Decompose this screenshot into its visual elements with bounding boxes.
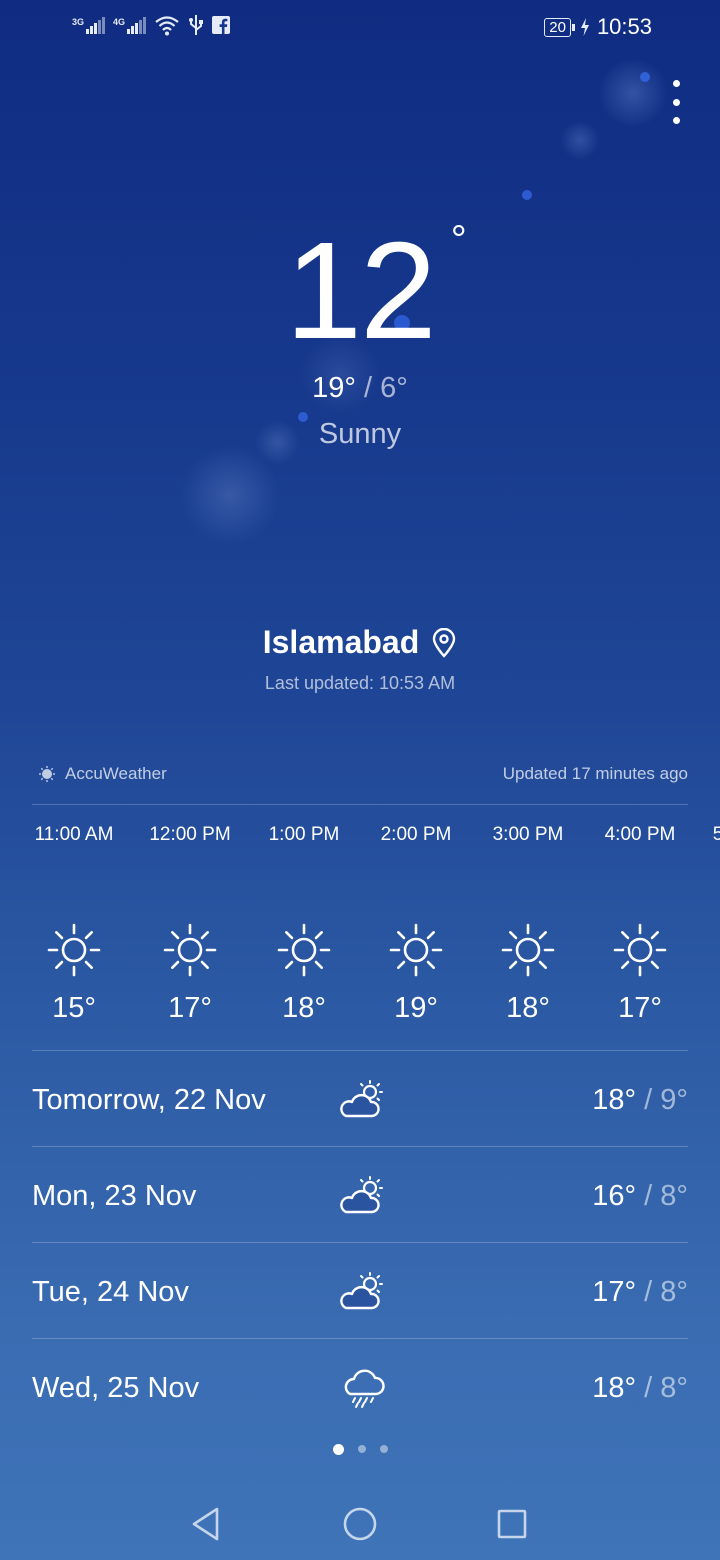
day-temperatures: 17° / 8° <box>592 1275 688 1308</box>
daily-forecast-row[interactable]: Tue, 24 Nov 17° / 8° <box>32 1244 688 1340</box>
provider-name: AccuWeather <box>65 764 167 783</box>
facebook-icon <box>212 16 231 34</box>
partly-cloudy-icon <box>332 1080 392 1120</box>
daily-forecast-row[interactable]: Wed, 25 Nov 18° / 8° <box>32 1340 688 1436</box>
sun-icon <box>358 920 474 980</box>
page-dot-active <box>332 1443 344 1455</box>
current-temperature: 12 ° <box>285 214 467 368</box>
hourly-item: 2:00 PM 19° <box>358 820 474 1025</box>
partly-cloudy-icon <box>332 1176 392 1216</box>
sun-icon <box>470 920 586 980</box>
daily-forecast-row[interactable]: Tomorrow, 22 Nov 18° / 9° <box>32 1052 688 1148</box>
battery-level: 20 <box>544 17 575 37</box>
wifi-icon <box>155 16 179 36</box>
hourly-item: 3:00 PM 18° <box>470 820 586 1025</box>
clock: 10:53 <box>596 14 652 39</box>
temp-separator: / <box>355 372 381 404</box>
provider-link[interactable]: AccuWeather <box>38 764 167 784</box>
high-low-temperature: 19° / 6° <box>0 372 720 405</box>
page-indicator <box>0 1443 720 1455</box>
sun-icon <box>16 920 132 980</box>
location-pin-icon <box>433 627 456 658</box>
divider <box>32 1338 688 1339</box>
sun-icon <box>582 920 698 980</box>
divider <box>32 1146 688 1147</box>
day-temperatures: 16° / 8° <box>592 1179 688 1212</box>
day-temperatures: 18° / 9° <box>592 1083 688 1116</box>
city-selector[interactable]: Islamabad <box>0 624 720 661</box>
hourly-forecast[interactable]: 11:00 AM 15° 12:00 PM 17° 1:00 PM 18° 2:… <box>16 820 720 1040</box>
signal-icon: 3G <box>72 16 106 34</box>
hourly-item: 4:00 PM 17° <box>582 820 698 1025</box>
back-triangle-icon <box>192 1507 219 1541</box>
day-temperatures: 18° / 8° <box>592 1371 688 1404</box>
navigation-bar <box>0 1490 720 1560</box>
weather-condition: Sunny <box>318 418 402 450</box>
back-button[interactable] <box>182 1500 230 1548</box>
status-bar: 3G 4G 20 10:53 <box>0 0 720 56</box>
city-name: Islamabad <box>262 624 420 660</box>
usb-icon <box>189 15 204 35</box>
provider-updated: Updated 17 minutes ago <box>502 764 688 783</box>
high-temp: 19° <box>312 372 356 404</box>
sun-icon <box>132 920 248 980</box>
accuweather-logo-icon <box>39 766 55 782</box>
divider <box>32 1050 688 1051</box>
home-button[interactable] <box>336 1500 384 1548</box>
page-dot <box>357 1445 366 1453</box>
recents-button[interactable] <box>488 1500 536 1548</box>
home-circle-icon <box>343 1507 377 1541</box>
hourly-item: 12:00 PM 17° <box>132 820 248 1025</box>
hourly-item: 11:00 AM 15° <box>16 820 132 1025</box>
low-temp: 6° <box>380 372 408 404</box>
day-label: Tue, 24 Nov <box>32 1275 189 1308</box>
hourly-item: 1:00 PM 18° <box>246 820 362 1025</box>
last-updated: Last updated: 10:53 AM <box>264 673 456 693</box>
more-dots-icon <box>672 80 680 87</box>
page-dot <box>379 1445 388 1453</box>
divider <box>32 804 688 805</box>
charging-icon <box>580 18 589 36</box>
signal-icon: 4G <box>113 16 147 34</box>
partly-cloudy-icon <box>332 1272 392 1312</box>
day-label: Mon, 23 Nov <box>32 1179 197 1212</box>
rain-icon <box>332 1367 392 1409</box>
more-options-button[interactable] <box>664 80 688 124</box>
divider <box>32 1242 688 1243</box>
recents-square-icon <box>497 1509 527 1539</box>
day-label: Wed, 25 Nov <box>32 1371 200 1404</box>
degree-symbol: ° <box>450 218 467 262</box>
daily-forecast-row[interactable]: Mon, 23 Nov 16° / 8° <box>32 1148 688 1244</box>
hourly-item: 5 <box>712 824 720 845</box>
day-label: Tomorrow, 22 Nov <box>32 1083 266 1116</box>
sun-icon <box>246 920 362 980</box>
